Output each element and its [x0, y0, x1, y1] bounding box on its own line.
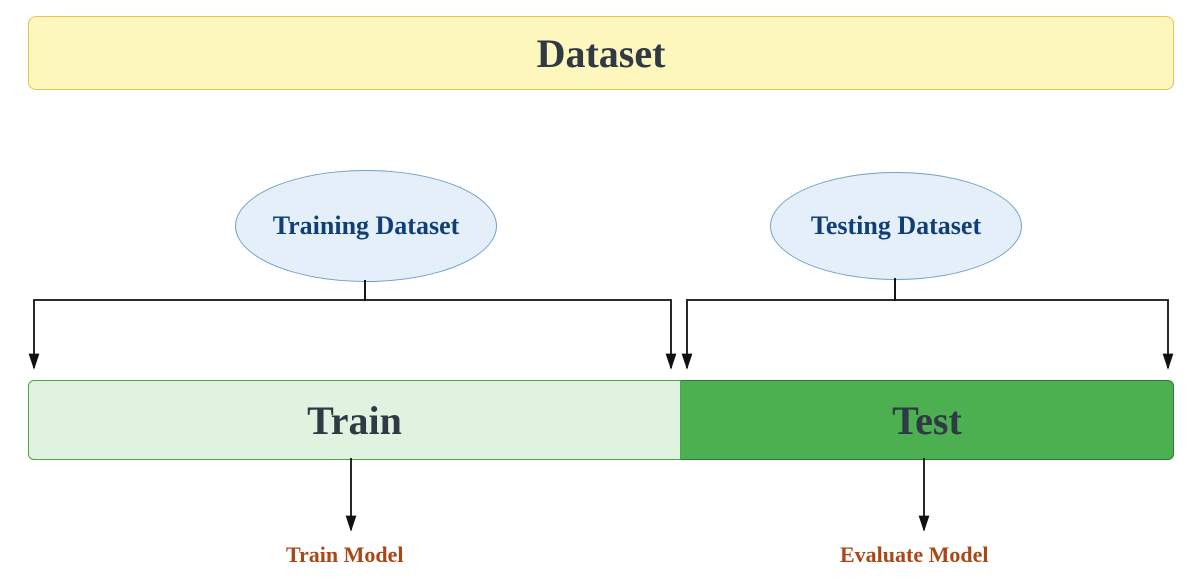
training-dataset-ellipse: Training Dataset — [235, 170, 497, 282]
training-dataset-label: Training Dataset — [273, 211, 460, 241]
split-row: Train Test — [28, 380, 1174, 458]
train-box: Train — [28, 380, 681, 460]
evaluate-model-caption: Evaluate Model — [840, 542, 989, 568]
bracket-testing-right — [895, 278, 1168, 368]
bracket-testing-left — [687, 278, 895, 368]
test-box: Test — [681, 380, 1174, 460]
train-label: Train — [307, 397, 402, 444]
bracket-training-right — [365, 280, 671, 368]
dataset-title: Dataset — [537, 30, 666, 77]
bracket-training — [34, 280, 365, 368]
testing-dataset-ellipse: Testing Dataset — [770, 172, 1022, 280]
diagram-stage: Dataset Training Dataset Testing Dataset… — [0, 0, 1200, 587]
testing-dataset-label: Testing Dataset — [811, 211, 981, 241]
train-model-caption: Train Model — [286, 542, 404, 568]
dataset-box: Dataset — [28, 16, 1174, 90]
test-label: Test — [892, 397, 962, 444]
